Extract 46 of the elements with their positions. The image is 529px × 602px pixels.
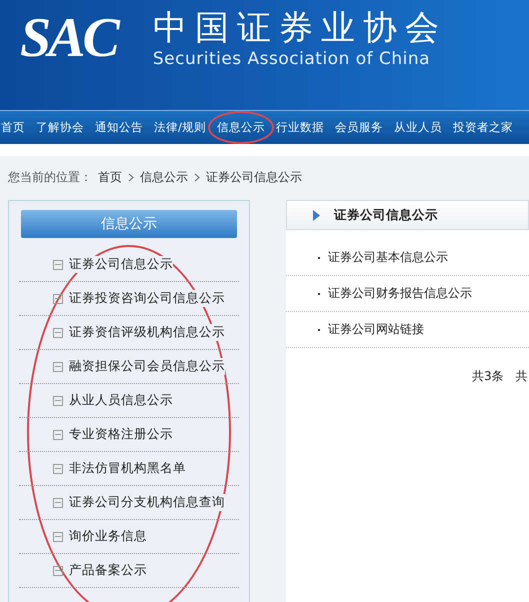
sidebar-item[interactable]: 非法仿冒机构黑名单 [19,452,239,486]
sidebar-item[interactable]: 产品备案公示 [19,554,239,588]
nav-link[interactable]: 首页 [1,120,25,135]
collapse-icon [53,464,63,474]
breadcrumb-link[interactable]: 证券公司信息公示 [206,169,302,186]
nav-link[interactable]: 行业数据 [276,120,324,135]
site-title: 中国证券业协会 [152,8,447,48]
sidebar-item[interactable]: 证券公司分支机构信息查询 [19,486,239,520]
sidebar-item[interactable]: 证券投资咨询公司信息公示 [19,282,239,316]
nav-link[interactable]: 从业人员 [394,120,442,135]
chevron-icon [194,173,200,182]
breadcrumb-label: 您当前的位置： [8,169,92,186]
breadcrumb-link[interactable]: 信息公示 [140,169,188,186]
section-title: 证券公司信息公示 [334,206,438,224]
chevron-icon [128,173,134,182]
collapse-icon [53,396,63,406]
sidebar-item[interactable]: 询价业务信息 [19,520,239,554]
site-subtitle: Securities Association of China [152,48,432,70]
collapse-icon [53,532,63,542]
triangle-icon [313,210,320,220]
pagination-text: 共 [516,368,528,385]
sidebar-item[interactable]: 证券资信评级机构信息公示 [19,316,239,350]
sidebar-item[interactable]: 融资担保公司会员信息公示 [19,350,239,384]
sidebar-item[interactable]: 从业人员信息公示 [19,384,239,418]
content-link[interactable]: 证券公司网站链接 [286,312,529,348]
nav-link[interactable]: 投资者之家 [452,120,513,135]
nav-link[interactable]: 通知公告 [95,120,143,135]
collapse-icon [53,430,63,440]
nav-link[interactable]: 了解协会 [36,120,84,135]
breadcrumb-link[interactable]: 首页 [98,169,122,186]
collapse-icon [53,566,63,576]
sidebar-item[interactable]: 专业资格注册公示 [19,418,239,452]
collapse-icon [53,260,63,270]
nav-link[interactable]: 法律/规则 [154,120,206,135]
pagination-text: 共3条 [472,368,504,385]
sidebar-title: 信息公示 [21,210,237,238]
nav-link[interactable]: 信息公示 [216,120,265,135]
collapse-icon [53,328,63,338]
content-link[interactable]: 证券公司财务报告信息公示 [286,276,529,312]
logo: SAC [19,8,120,68]
collapse-icon [53,294,63,304]
collapse-icon [53,498,63,508]
collapse-icon [53,362,63,372]
nav-link[interactable]: 会员服务 [334,120,383,135]
sidebar-item[interactable]: 证券公司信息公示 [19,248,239,282]
content-link[interactable]: 证券公司基本信息公示 [286,240,529,276]
